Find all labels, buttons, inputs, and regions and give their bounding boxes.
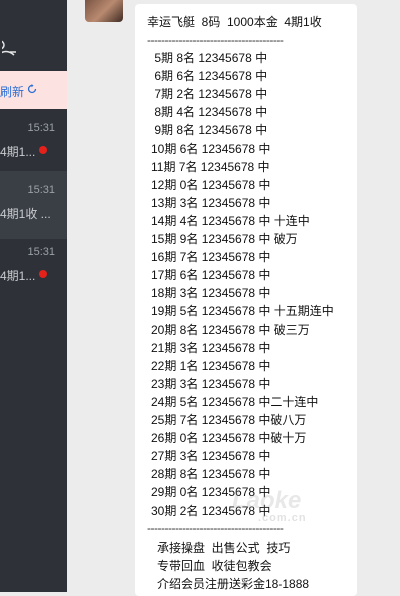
message-row: 18期 3名 12345678 中 [151, 286, 271, 301]
message-row: 27期 3名 12345678 中 [151, 449, 271, 464]
refresh-label[interactable]: 刷新 [0, 83, 24, 100]
chat-list-item[interactable]: 15:31 4期1... [0, 233, 67, 301]
message-row: 15期 9名 12345678 中 破万 [151, 232, 298, 246]
message-row: 19期 5名 12345678 中 十五期连中 [151, 304, 334, 319]
message-row: 14期 4名 12345678 中 十连中 [151, 213, 310, 228]
chat-time: 15:31 [27, 246, 55, 258]
message-row: 10期 6名 12345678 中 [151, 141, 271, 156]
chat-preview: 4期1收 ... [0, 207, 51, 221]
chat-sidebar: 刷新 15:31 4期1... 15:31 4期1收 ... 15:31 4期1… [0, 0, 67, 592]
message-row: 22期 1名 12345678 中 [151, 358, 271, 373]
message-footer-line: 专带回血 收徒包教会 [157, 559, 272, 573]
message-row: 5期 8名 12345678 中 [151, 51, 268, 65]
message-row: 7期 2名 12345678 中 [151, 87, 268, 102]
watermark-logo: Laoke [232, 487, 302, 514]
chat-list-item[interactable]: 15:31 4期1... [0, 109, 67, 177]
message-row: 24期 5名 12345678 中二十连中 [151, 394, 319, 409]
unread-dot [39, 146, 47, 154]
contacts-icon[interactable] [2, 39, 18, 59]
message-row: 9期 8名 12345678 中 [151, 123, 268, 138]
divider-top: --------------------------------------- [147, 33, 284, 47]
chat-preview: 4期1... [0, 145, 36, 159]
message-footer-line: 承接操盘 出售公式 技巧 [157, 541, 291, 555]
chat-preview: 4期1... [0, 269, 36, 283]
message-row: 13期 3名 12345678 中 [151, 195, 271, 210]
message-row: 6期 6名 12345678 中 [151, 69, 268, 84]
chat-list-item-selected[interactable]: 15:31 4期1收 ... [0, 171, 67, 239]
message-row: 12期 0名 12345678 中 [151, 177, 271, 192]
chat-time: 15:31 [27, 184, 55, 196]
message-row: 21期 3名 12345678 中 [151, 340, 271, 355]
message-row: 28期 8名 12345678 中 [151, 467, 271, 482]
message-row: 8期 4名 12345678 中 [151, 105, 268, 120]
sender-avatar[interactable] [85, 0, 123, 22]
message-row: 25期 7名 12345678 中破八万 [151, 413, 307, 427]
message-row: 26期 0名 12345678 中破十万 [151, 431, 307, 446]
unread-dot [39, 270, 47, 278]
message-row: 23期 3名 12345678 中 [151, 376, 271, 391]
chat-time: 15:31 [27, 122, 55, 134]
message-row: 16期 7名 12345678 中 [151, 250, 271, 265]
message-header: 幸运飞艇 8码 1000本金 4期1收 [147, 15, 322, 29]
message-footer-line: 介绍会员注册送彩金18-1888 [157, 577, 310, 591]
refresh-icon[interactable] [27, 84, 37, 94]
watermark-domain: .com.cn [258, 512, 307, 524]
message-row: 17期 6名 12345678 中 [151, 268, 271, 283]
message-row: 11期 7名 12345678 中 [151, 159, 270, 174]
message-row: 20期 8名 12345678 中 破三万 [151, 322, 310, 337]
